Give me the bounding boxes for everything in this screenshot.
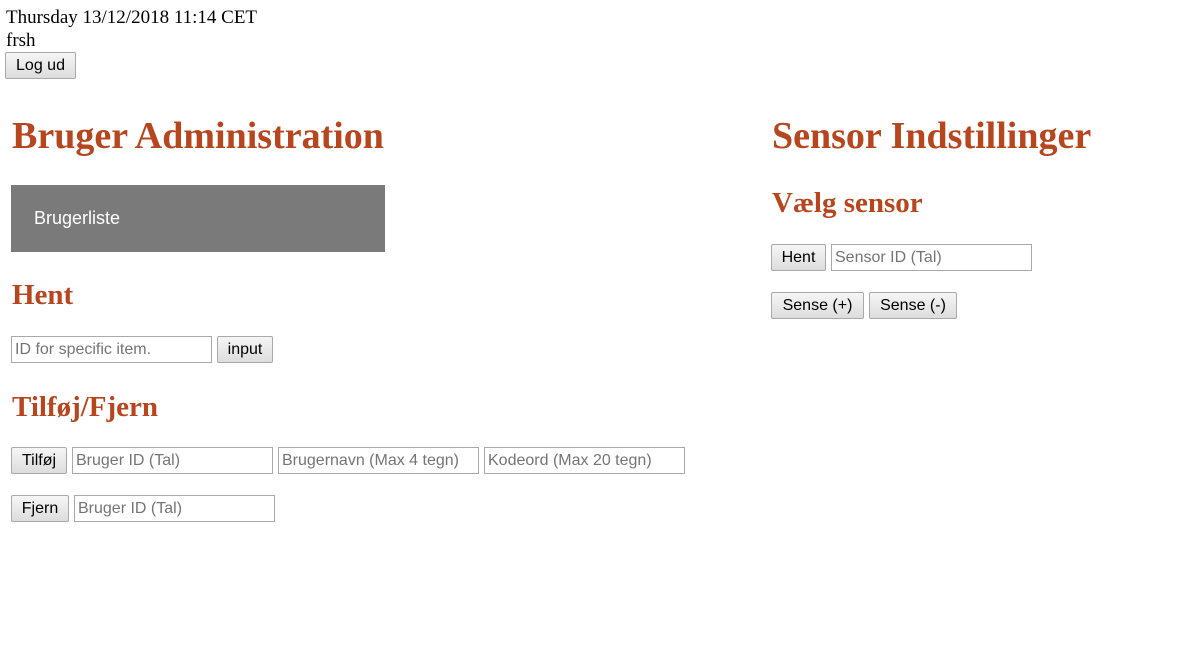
fetch-heading: Hent — [12, 279, 74, 311]
sense-row: Sense (+) Sense (-) — [771, 292, 957, 319]
sensor-fetch-row: Hent — [771, 244, 1032, 271]
sensor-settings-title: Sensor Indstillinger — [772, 115, 1092, 157]
sense-plus-button[interactable]: Sense (+) — [771, 292, 864, 319]
username-text: frsh — [6, 30, 36, 51]
fetch-row: input — [11, 336, 273, 363]
remove-user-row: Fjern — [11, 495, 275, 522]
select-sensor-heading: Vælg sensor — [772, 187, 923, 219]
datetime-text: Thursday 13/12/2018 11:14 CET — [6, 7, 258, 28]
fetch-input-button[interactable]: input — [217, 336, 273, 363]
sensor-fetch-button[interactable]: Hent — [771, 244, 826, 271]
logout-button[interactable]: Log ud — [5, 52, 76, 79]
add-user-button[interactable]: Tilføj — [11, 447, 67, 474]
userlist-button[interactable]: Brugerliste — [11, 185, 385, 252]
add-user-row: Tilføj — [11, 447, 685, 474]
remove-user-button[interactable]: Fjern — [11, 495, 69, 522]
add-password-input[interactable] — [484, 447, 685, 474]
user-admin-title: Bruger Administration — [12, 115, 384, 157]
add-user-id-input[interactable] — [72, 447, 273, 474]
sensor-id-input[interactable] — [831, 244, 1032, 271]
add-remove-heading: Tilføj/Fjern — [12, 391, 159, 423]
add-username-input[interactable] — [278, 447, 479, 474]
fetch-id-input[interactable] — [11, 336, 212, 363]
remove-user-id-input[interactable] — [74, 495, 275, 522]
sense-minus-button[interactable]: Sense (-) — [869, 292, 957, 319]
header-info: Thursday 13/12/2018 11:14 CET frsh — [6, 6, 257, 52]
